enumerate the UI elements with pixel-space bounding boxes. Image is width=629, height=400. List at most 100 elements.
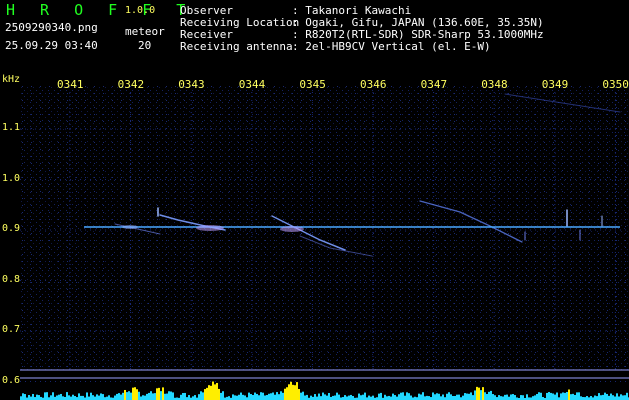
- activity-bar: [490, 390, 492, 400]
- activity-bar: [86, 392, 88, 400]
- activity-bar: [206, 387, 208, 400]
- activity-bar: [480, 390, 482, 400]
- time-tick-label: 0349: [541, 78, 569, 91]
- activity-bar: [344, 395, 346, 400]
- activity-bar: [388, 395, 390, 400]
- activity-bar: [512, 394, 514, 400]
- freq-tick-label: 1.0: [2, 172, 21, 184]
- activity-bar: [520, 395, 522, 400]
- activity-bar: [502, 396, 504, 400]
- app-version: 1.0.0: [125, 5, 156, 16]
- activity-bar: [214, 384, 216, 400]
- activity-bar: [286, 387, 288, 400]
- activity-strip: [20, 381, 629, 400]
- activity-bar: [478, 387, 480, 400]
- activity-bar: [232, 394, 234, 400]
- activity-bar: [272, 392, 274, 400]
- activity-bar: [290, 381, 292, 400]
- activity-bar: [222, 391, 224, 400]
- meteor-label: meteor: [125, 25, 165, 38]
- activity-bar: [20, 396, 22, 400]
- activity-bar: [440, 396, 442, 400]
- activity-bar: [450, 394, 452, 400]
- activity-bar: [256, 393, 258, 400]
- activity-bar: [620, 394, 622, 400]
- activity-bar: [94, 396, 96, 400]
- activity-bar: [568, 389, 570, 400]
- activity-bar: [180, 394, 182, 400]
- activity-bar: [372, 395, 374, 400]
- activity-bar: [548, 392, 550, 400]
- activity-bar: [562, 392, 564, 400]
- activity-bar: [406, 392, 408, 400]
- activity-bar: [210, 385, 212, 400]
- activity-bar: [378, 393, 380, 400]
- activity-bar: [314, 394, 316, 400]
- activity-bar: [488, 391, 490, 400]
- activity-bar: [596, 396, 598, 400]
- activity-bar: [254, 392, 256, 400]
- activity-bar: [24, 394, 26, 400]
- activity-bar: [158, 387, 160, 400]
- time-tick-label: 0347: [420, 78, 448, 91]
- activity-bar: [98, 395, 100, 400]
- activity-bar: [560, 393, 562, 400]
- activity-bar: [200, 391, 202, 400]
- time-tick-label: 0345: [299, 78, 326, 91]
- activity-bar: [390, 396, 392, 400]
- activity-bar: [456, 394, 458, 400]
- activity-bar: [574, 394, 576, 400]
- activity-bar: [136, 389, 138, 400]
- app-title: H R O F F T: [6, 1, 194, 19]
- activity-bar: [486, 393, 488, 400]
- activity-bar: [350, 394, 352, 400]
- activity-bar: [142, 395, 144, 400]
- freq-tick-label: 0.8: [2, 273, 21, 285]
- activity-bar: [240, 392, 242, 400]
- activity-bar: [564, 392, 566, 400]
- activity-bar: [352, 396, 354, 400]
- time-tick-label: 0342: [117, 78, 145, 91]
- activity-bar: [218, 388, 220, 400]
- activity-bar: [100, 393, 102, 400]
- activity-bar: [258, 395, 260, 400]
- activity-bar: [80, 395, 82, 400]
- activity-bar: [600, 395, 602, 400]
- activity-bar: [482, 387, 484, 400]
- activity-bar: [348, 395, 350, 400]
- meteor-echo: [122, 225, 138, 229]
- activity-bar: [294, 385, 296, 400]
- activity-bar: [318, 393, 320, 400]
- freq-tick-label: 0.6: [2, 374, 21, 386]
- activity-bar: [278, 394, 280, 400]
- activity-bar: [402, 392, 404, 400]
- activity-bar: [292, 384, 294, 400]
- freq-tick-label: 0.7: [2, 324, 21, 335]
- activity-bar: [436, 393, 438, 400]
- activity-bar: [194, 395, 196, 400]
- spectrogram-plot: [20, 86, 629, 400]
- activity-bar: [614, 396, 616, 400]
- activity-bar: [306, 394, 308, 400]
- activity-bar: [624, 395, 626, 400]
- time-tick-label: 0343: [178, 78, 205, 91]
- activity-bar: [386, 396, 388, 400]
- activity-bar: [168, 391, 170, 400]
- activity-bar: [458, 394, 460, 400]
- activity-bar: [400, 392, 402, 400]
- activity-bar: [464, 393, 466, 400]
- activity-bar: [162, 387, 164, 400]
- activity-bar: [554, 394, 556, 400]
- activity-bar: [316, 396, 318, 400]
- activity-bar: [262, 392, 264, 400]
- activity-bar: [166, 393, 168, 400]
- activity-bar: [424, 396, 426, 400]
- activity-bar: [56, 395, 58, 400]
- activity-bar: [594, 395, 596, 400]
- activity-bar: [238, 394, 240, 400]
- activity-bar: [30, 396, 32, 400]
- antenna-value: : 2el-HB9CV Vertical (el. E-W): [292, 40, 491, 53]
- activity-bar: [96, 394, 98, 400]
- activity-bar: [202, 392, 204, 400]
- activity-bar: [282, 392, 284, 400]
